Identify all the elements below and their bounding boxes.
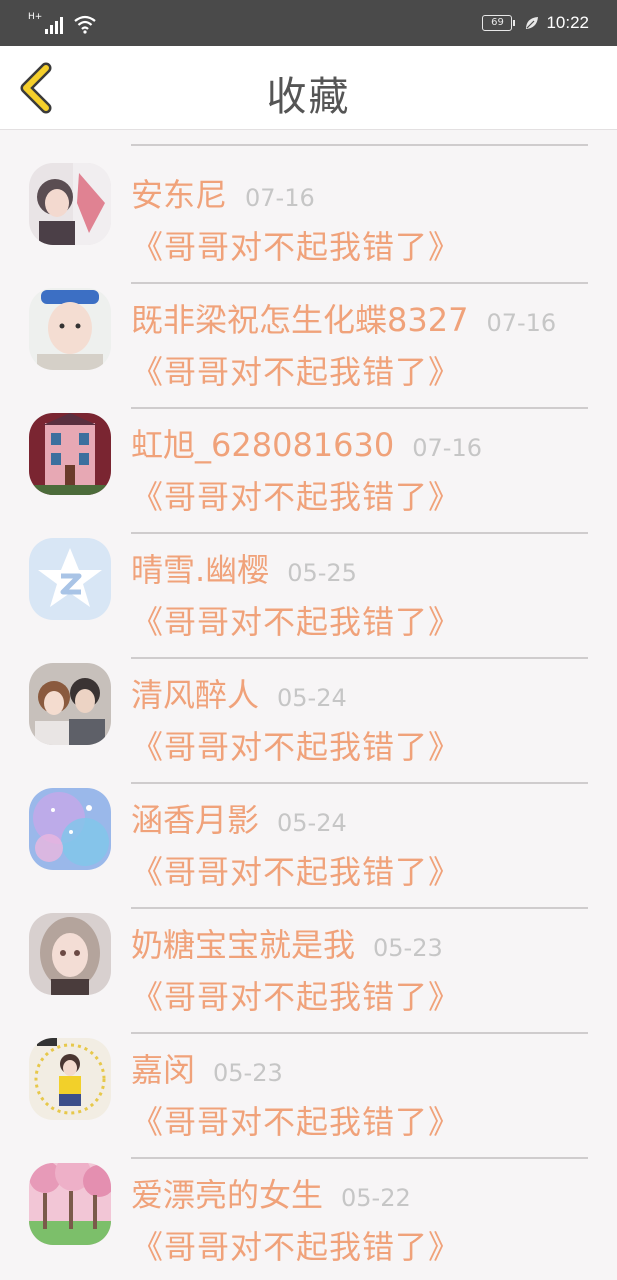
user-name[interactable]: 晴雪.幽樱	[131, 545, 269, 591]
work-title[interactable]: 《哥哥对不起我错了》	[131, 597, 461, 643]
avatar[interactable]	[29, 788, 111, 870]
avatar[interactable]	[29, 413, 111, 495]
list-item[interactable]: 奶糖宝宝就是我 05-23 《哥哥对不起我错了》	[0, 896, 617, 1034]
avatar-image	[29, 913, 111, 995]
item-header: 嘉闵 05-23	[131, 1045, 283, 1091]
item-header: 虹旭_628081630 07-16	[131, 420, 482, 466]
item-date: 05-24	[277, 684, 347, 712]
user-name[interactable]: 虹旭_628081630	[131, 420, 394, 466]
item-date: 05-22	[341, 1184, 411, 1212]
item-header: 既非梁祝怎生化蝶8327 07-16	[131, 295, 556, 341]
work-title[interactable]: 《哥哥对不起我错了》	[131, 472, 461, 518]
avatar[interactable]	[29, 163, 111, 245]
avatar[interactable]	[29, 288, 111, 370]
item-date: 07-16	[412, 434, 482, 462]
status-right: 69 10:22	[482, 10, 589, 36]
list-item[interactable]: 虹旭_628081630 07-16 《哥哥对不起我错了》	[0, 396, 617, 534]
item-header: 安东尼 07-16	[131, 170, 315, 216]
signal-icon	[45, 17, 64, 34]
leaf-icon	[526, 17, 539, 29]
avatar[interactable]	[29, 538, 111, 620]
item-header: 晴雪.幽樱 05-25	[131, 545, 357, 591]
avatar[interactable]	[29, 1038, 111, 1120]
list-item[interactable]: 既非梁祝怎生化蝶8327 07-16 《哥哥对不起我错了》	[0, 271, 617, 409]
avatar-image	[29, 663, 111, 745]
qzone-icon	[29, 538, 111, 620]
avatar[interactable]	[29, 913, 111, 995]
avatar-image	[29, 1163, 111, 1245]
user-name[interactable]: 爱漂亮的女生	[131, 1170, 323, 1216]
page-title: 收藏	[266, 74, 351, 120]
item-header: 爱漂亮的女生 05-22	[131, 1170, 411, 1216]
battery-level: 69	[491, 17, 504, 28]
avatar[interactable]	[29, 663, 111, 745]
status-left: H+	[28, 12, 97, 34]
item-header: 奶糖宝宝就是我 05-23	[131, 920, 443, 966]
network-type-label: H+	[28, 12, 43, 22]
item-date: 05-23	[213, 1059, 283, 1087]
item-header: 清风醉人 05-24	[131, 670, 347, 716]
item-date: 07-16	[245, 184, 315, 212]
list-item[interactable]: 安东尼 07-16 《哥哥对不起我错了》	[0, 146, 617, 284]
avatar[interactable]	[29, 1163, 111, 1245]
item-date: 05-24	[277, 809, 347, 837]
item-date: 07-16	[486, 309, 557, 337]
avatar-image	[29, 413, 111, 495]
status-bar: H+ 69 10:22	[0, 0, 617, 46]
list-item[interactable]: 晴雪.幽樱 05-25 《哥哥对不起我错了》	[0, 521, 617, 659]
avatar-image	[29, 1038, 111, 1120]
user-name[interactable]: 安东尼	[131, 170, 227, 216]
favorites-list: 安东尼 07-16 《哥哥对不起我错了》 既非梁祝怎生化蝶8327 07-16 …	[0, 131, 617, 1280]
clock: 10:22	[546, 13, 589, 32]
work-title[interactable]: 《哥哥对不起我错了》	[131, 1097, 461, 1143]
avatar-image	[29, 163, 111, 245]
app-header: 收藏	[0, 46, 617, 130]
user-name[interactable]: 涵香月影	[131, 795, 259, 841]
work-title[interactable]: 《哥哥对不起我错了》	[131, 1222, 461, 1268]
item-date: 05-25	[287, 559, 357, 587]
avatar-image	[29, 788, 111, 870]
avatar-image	[29, 288, 111, 370]
user-name[interactable]: 清风醉人	[131, 670, 259, 716]
work-title[interactable]: 《哥哥对不起我错了》	[131, 972, 461, 1018]
user-name[interactable]: 既非梁祝怎生化蝶8327	[131, 295, 468, 341]
item-date: 05-23	[373, 934, 443, 962]
wifi-icon	[74, 15, 96, 34]
list-item[interactable]: 嘉闵 05-23 《哥哥对不起我错了》	[0, 1021, 617, 1159]
work-title[interactable]: 《哥哥对不起我错了》	[131, 222, 461, 268]
list-item[interactable]: 涵香月影 05-24 《哥哥对不起我错了》	[0, 771, 617, 909]
item-header: 涵香月影 05-24	[131, 795, 347, 841]
work-title[interactable]: 《哥哥对不起我错了》	[131, 847, 461, 893]
work-title[interactable]: 《哥哥对不起我错了》	[131, 347, 461, 393]
battery-icon: 69	[482, 15, 516, 31]
user-name[interactable]: 嘉闵	[131, 1045, 195, 1091]
list-item[interactable]: 清风醉人 05-24 《哥哥对不起我错了》	[0, 646, 617, 784]
work-title[interactable]: 《哥哥对不起我错了》	[131, 722, 461, 768]
user-name[interactable]: 奶糖宝宝就是我	[131, 920, 355, 966]
list-item[interactable]: 爱漂亮的女生 05-22 《哥哥对不起我错了》	[0, 1146, 617, 1271]
